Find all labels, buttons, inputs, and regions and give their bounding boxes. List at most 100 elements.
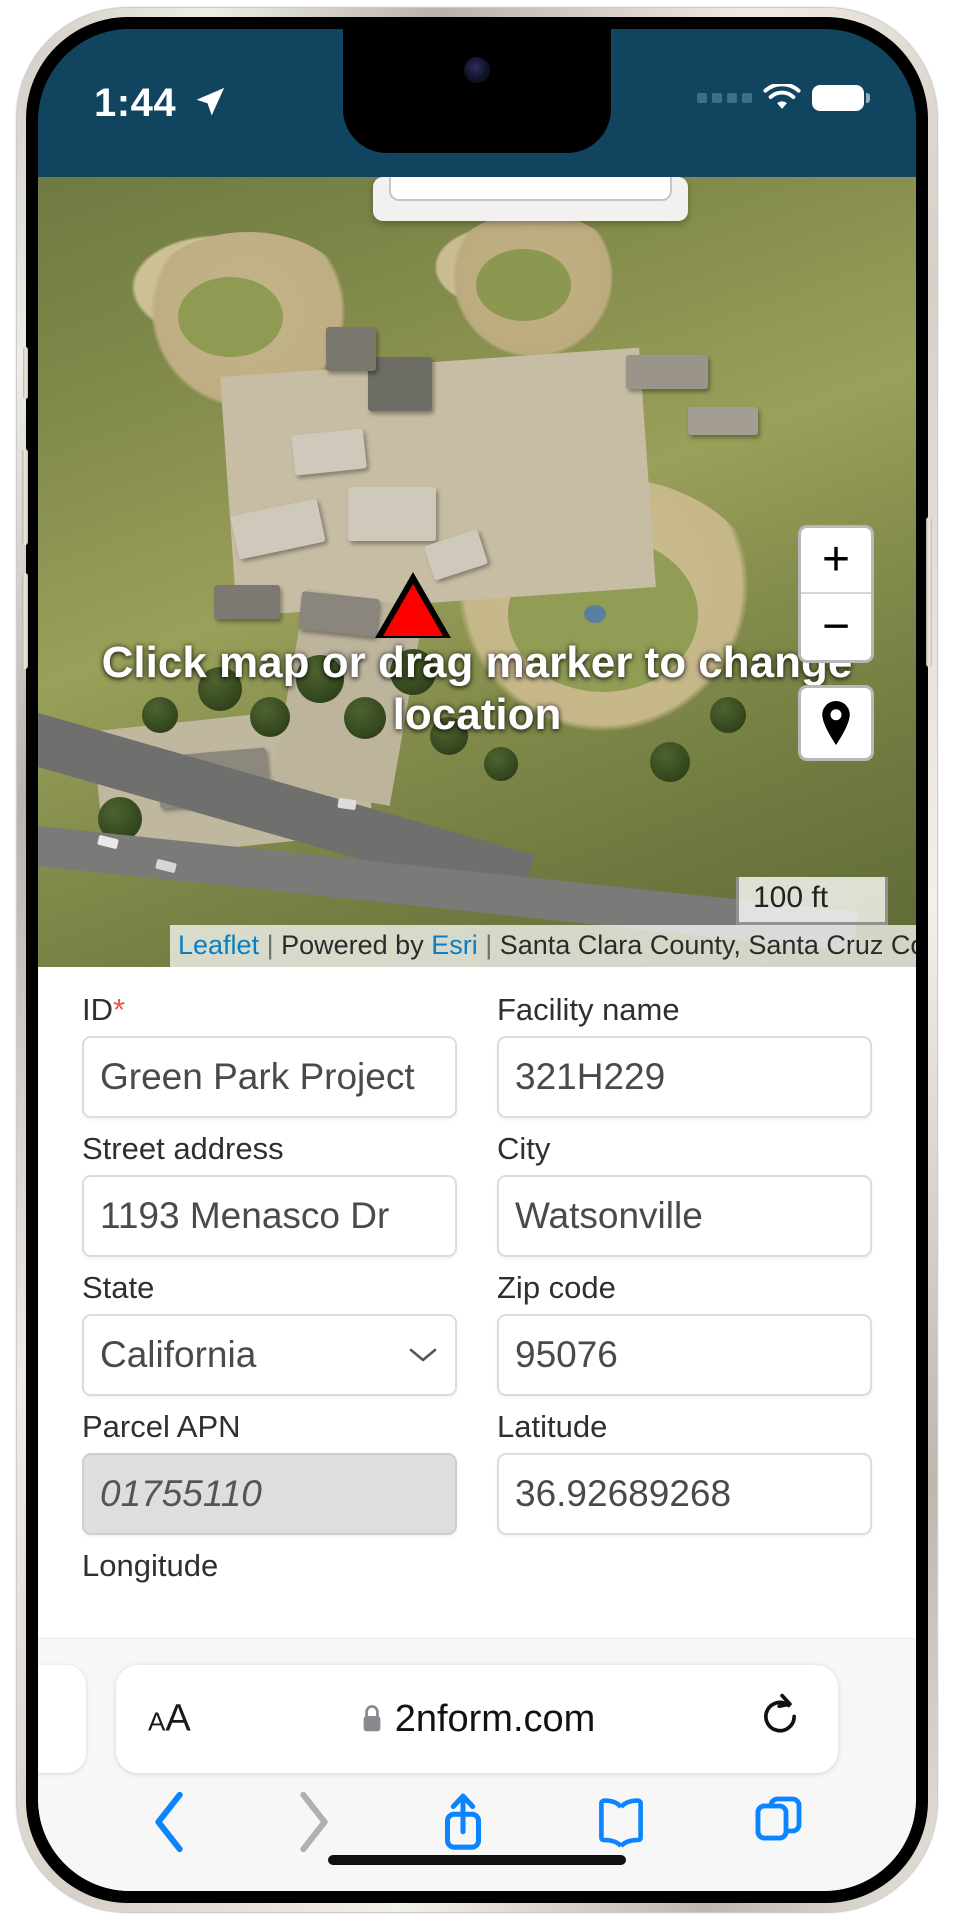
form-row-partial: Longitude (82, 1549, 872, 1592)
input-street-address[interactable]: 1193 Menasco Dr (82, 1175, 457, 1258)
label-state: State (82, 1270, 155, 1306)
reload-icon (764, 1693, 797, 1733)
volume-down-button[interactable] (22, 573, 28, 669)
esri-link[interactable]: Esri (431, 930, 478, 960)
chevron-down-icon (409, 1348, 437, 1362)
phone-body: Click map or drag marker to change locat… (22, 17, 932, 1903)
field-latitude: Latitude 36.92689268 (497, 1409, 872, 1536)
field-spacer (497, 1549, 872, 1592)
attribution-powered-by: Powered by (281, 930, 432, 960)
field-parcel-apn: Parcel APN 01755110 (82, 1409, 457, 1536)
map-scale-bar: 100 ft (736, 877, 888, 925)
phone-frame: Click map or drag marker to change locat… (17, 8, 937, 1912)
red-triangle-marker[interactable] (375, 572, 451, 638)
battery-icon (812, 85, 870, 111)
volume-up-button[interactable] (22, 449, 28, 545)
field-city: City Watsonville (497, 1131, 872, 1258)
zoom-in-button[interactable]: + (801, 528, 871, 594)
chevron-left-icon (155, 1791, 183, 1852)
url-display[interactable]: 2nform.com (359, 1697, 596, 1741)
input-zip-code[interactable]: 95076 (497, 1314, 872, 1397)
map-search-card[interactable] (373, 177, 688, 221)
map-feature-building (214, 585, 280, 619)
input-parcel-apn: 01755110 (82, 1453, 457, 1536)
text-size-large-a: A (165, 1697, 191, 1740)
chevron-right-icon (300, 1791, 329, 1852)
text-size-button[interactable]: AA (148, 1698, 191, 1741)
field-id: ID* Green Park Project (82, 992, 457, 1119)
field-facility-name: Facility name 321H229 (497, 992, 872, 1119)
url-text: 2nform.com (394, 1697, 596, 1740)
safari-bottom-bar: AA 2nform.com (38, 1639, 916, 1891)
forward-button[interactable] (293, 1791, 333, 1858)
map-feature-building (326, 327, 376, 371)
attribution-sep-1: | (259, 930, 282, 960)
field-state: State California (82, 1270, 457, 1397)
input-latitude[interactable]: 36.92689268 (497, 1453, 872, 1536)
label-id-text: ID (82, 992, 113, 1027)
book-icon (598, 1797, 643, 1848)
map-feature-building (368, 357, 432, 411)
map-feature-building (291, 428, 367, 476)
map-feature-building (348, 487, 436, 541)
phone-screen: Click map or drag marker to change locat… (38, 29, 916, 1891)
front-camera-icon (464, 57, 490, 83)
cellular-signal-icon (697, 93, 752, 103)
dynamic-island-notch (343, 29, 611, 153)
leaflet-link[interactable]: Leaflet (178, 930, 259, 960)
map-feature-building (626, 355, 708, 389)
form-row: Street address 1193 Menasco Dr City Wats… (82, 1131, 872, 1258)
attribution-sep-2: | (477, 930, 500, 960)
form-row: ID* Green Park Project Facility name 321… (82, 992, 872, 1119)
field-street-address: Street address 1193 Menasco Dr (82, 1131, 457, 1258)
label-latitude: Latitude (497, 1409, 608, 1445)
home-indicator (328, 1855, 626, 1865)
status-time: 1:44 (94, 81, 177, 125)
map-feature-tree (484, 747, 518, 781)
map-feature-tree (650, 742, 690, 782)
form-row: Parcel APN 01755110 Latitude 36.92689268 (82, 1409, 872, 1536)
input-id[interactable]: Green Park Project (82, 1036, 457, 1119)
share-icon (444, 1793, 482, 1850)
share-button[interactable] (437, 1791, 489, 1858)
map-feature-building (688, 407, 758, 435)
label-zip-code: Zip code (497, 1270, 616, 1306)
attribution-sources: Santa Clara County, Santa Cruz County,..… (499, 930, 916, 960)
previous-tab-peek[interactable] (38, 1665, 86, 1773)
input-facility-name[interactable]: 321H229 (497, 1036, 872, 1119)
label-facility-name: Facility name (497, 992, 680, 1027)
map-feature-grass-patch (476, 249, 571, 321)
zoom-out-button[interactable]: − (801, 594, 871, 660)
map-feature-water (584, 605, 606, 623)
label-id: ID* (82, 992, 457, 1027)
required-asterisk: * (113, 992, 126, 1027)
form-row: State California Zip code 95076 (82, 1270, 872, 1397)
back-button[interactable] (150, 1791, 190, 1858)
field-zip-code: Zip code 95076 (497, 1270, 872, 1397)
select-state-value: California (100, 1334, 257, 1376)
field-longitude: Longitude (82, 1549, 457, 1592)
wifi-icon (763, 84, 801, 109)
map-instruction-text: Click map or drag marker to change locat… (101, 638, 853, 739)
input-city[interactable]: Watsonville (497, 1175, 872, 1258)
label-street-address: Street address (82, 1131, 284, 1167)
locate-button[interactable] (798, 685, 874, 761)
label-parcel-apn: Parcel APN (82, 1409, 241, 1445)
lock-icon (363, 1705, 381, 1732)
bookmarks-button[interactable] (593, 1793, 649, 1856)
map-zoom-controls[interactable]: + − (798, 525, 874, 663)
map-canvas[interactable]: Click map or drag marker to change locat… (38, 177, 916, 967)
tabs-button[interactable] (752, 1793, 804, 1856)
map-attribution: Leaflet | Powered by Esri | Santa Clara … (170, 925, 916, 967)
label-city: City (497, 1131, 551, 1167)
url-bar[interactable]: AA 2nform.com (116, 1665, 838, 1773)
power-button[interactable] (926, 517, 932, 667)
map-search-input[interactable] (389, 177, 672, 201)
map-pin-icon (822, 701, 850, 745)
map-feature-grass-patch (178, 277, 283, 357)
silent-switch[interactable] (23, 347, 28, 399)
select-state[interactable]: California (82, 1314, 457, 1397)
label-longitude: Longitude (82, 1548, 219, 1584)
status-indicators (697, 81, 870, 115)
reload-button[interactable] (758, 1693, 802, 1745)
